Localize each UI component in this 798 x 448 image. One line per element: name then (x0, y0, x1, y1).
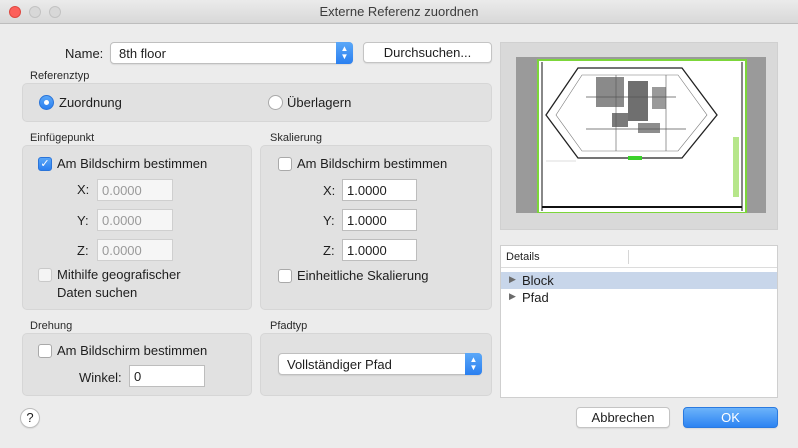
insertion-point-group: ✓ Am Bildschirm bestimmen X: 0.0000 Y: 0… (22, 145, 252, 310)
insertion-y-field[interactable]: 0.0000 (97, 209, 173, 231)
path-type-popup[interactable]: Vollständiger Pfad ▲ ▼ (278, 353, 482, 375)
uniform-scale-label[interactable]: Einheitliche Skalierung (297, 268, 429, 283)
angle-label: Winkel: (79, 370, 122, 385)
geo-data-label-line1[interactable]: Mithilfe geografischer (57, 267, 181, 282)
insertion-z-field[interactable]: 0.0000 (97, 239, 173, 261)
ok-button[interactable]: OK (683, 407, 778, 428)
overlay-radio[interactable] (268, 95, 283, 110)
scale-specify-checkbox[interactable] (278, 157, 292, 171)
disclosure-triangle-icon[interactable]: ▶ (509, 291, 516, 302)
tree-item-block[interactable]: ▶ Block (501, 272, 777, 289)
attach-radio-label[interactable]: Zuordnung (59, 95, 122, 110)
updown-chevron-icon: ▲ ▼ (465, 353, 482, 375)
uniform-scale-checkbox[interactable] (278, 269, 292, 283)
rotation-specify-checkbox[interactable] (38, 344, 52, 358)
scale-y-label: Y: (323, 213, 335, 228)
cancel-button[interactable]: Abbrechen (576, 407, 670, 428)
insertion-specify-checkbox[interactable]: ✓ (38, 157, 52, 171)
updown-chevron-icon: ▲ ▼ (336, 42, 353, 64)
tree-item-path[interactable]: ▶ Pfad (501, 289, 777, 306)
window-title: Externe Referenz zuordnen (319, 4, 479, 19)
scale-z-field[interactable]: 1.0000 (342, 239, 417, 261)
insertion-y-label: Y: (77, 213, 89, 228)
name-popup-value: 8th floor (119, 46, 166, 61)
path-type-group: Vollständiger Pfad ▲ ▼ (260, 333, 492, 396)
path-type-heading: Pfadtyp (270, 320, 308, 332)
disclosure-triangle-icon[interactable]: ▶ (509, 274, 516, 285)
insertion-x-field[interactable]: 0.0000 (97, 179, 173, 201)
title-bar: Externe Referenz zuordnen (0, 0, 798, 24)
name-popup[interactable]: 8th floor ▲ ▼ (110, 42, 353, 64)
details-header: Details (501, 246, 777, 268)
scale-group: Am Bildschirm bestimmen X: 1.0000 Y: 1.0… (260, 145, 492, 310)
rotation-group: Am Bildschirm bestimmen Winkel: 0 (22, 333, 252, 396)
column-separator (628, 250, 629, 264)
name-label: Name: (65, 46, 104, 61)
tree-item-block-label: Block (522, 273, 554, 288)
angle-field[interactable]: 0 (129, 365, 205, 387)
scale-x-label: X: (323, 183, 336, 198)
scale-heading: Skalierung (270, 132, 322, 144)
checkmark-icon: ✓ (40, 158, 50, 170)
geo-data-checkbox[interactable] (38, 268, 52, 282)
insertion-z-label: Z: (77, 243, 89, 258)
reference-type-group: Zuordnung Überlagern (22, 83, 492, 122)
attach-radio[interactable] (39, 95, 54, 110)
scale-z-label: Z: (323, 243, 335, 258)
browse-button[interactable]: Durchsuchen... (363, 42, 492, 63)
path-type-value: Vollständiger Pfad (287, 357, 392, 372)
floor-plan-drawing (537, 59, 747, 214)
overlay-radio-label[interactable]: Überlagern (287, 95, 351, 110)
scale-specify-label[interactable]: Am Bildschirm bestimmen (297, 156, 447, 171)
insertion-specify-label[interactable]: Am Bildschirm bestimmen (57, 156, 207, 171)
geo-data-label-line2[interactable]: Daten suchen (57, 285, 137, 300)
rotation-heading: Drehung (30, 320, 73, 332)
floor-plan-thumbnail (516, 57, 766, 214)
insertion-x-label: X: (77, 182, 90, 197)
scale-y-field[interactable]: 1.0000 (342, 209, 417, 231)
reference-type-heading: Referenztyp (30, 70, 90, 82)
scale-x-field[interactable]: 1.0000 (342, 179, 417, 201)
tree-item-path-label: Pfad (522, 290, 549, 305)
insertion-point-heading: Einfügepunkt (30, 132, 95, 144)
help-button[interactable]: ? (20, 408, 40, 428)
details-heading: Details (506, 251, 540, 263)
details-panel: Details ▶ Block ▶ Pfad (500, 245, 778, 398)
drawing-preview (500, 42, 778, 230)
rotation-specify-label[interactable]: Am Bildschirm bestimmen (57, 343, 207, 358)
